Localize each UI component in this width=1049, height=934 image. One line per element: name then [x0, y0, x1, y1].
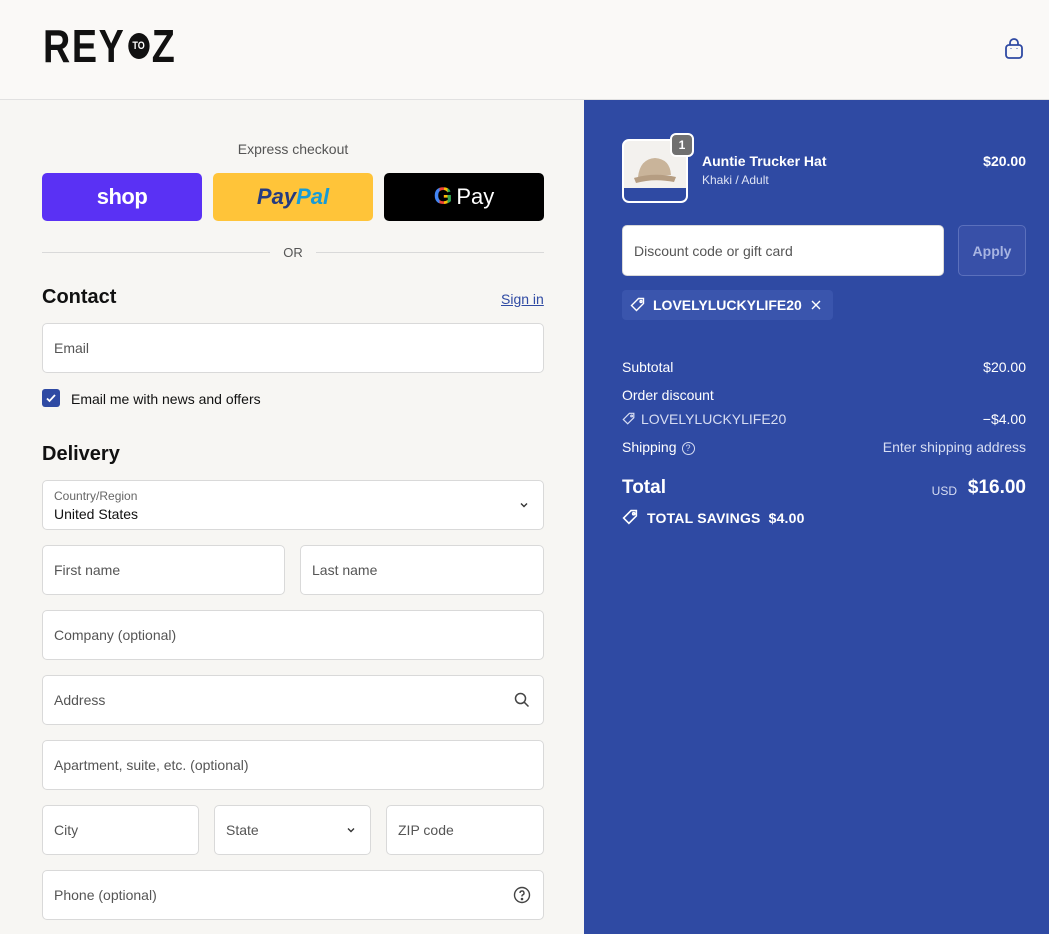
city-placeholder: City: [54, 822, 79, 838]
currency-code: USD: [931, 484, 957, 498]
help-icon[interactable]: ?: [681, 441, 695, 455]
tag-icon: [622, 412, 635, 425]
country-select[interactable]: Country/Region United States: [42, 480, 544, 530]
email-field[interactable]: Email: [42, 323, 544, 373]
google-g-icon: G: [433, 183, 453, 210]
last-name-field[interactable]: Last name: [300, 545, 544, 595]
product-price: $20.00: [983, 153, 1026, 169]
subtotal-value: $20.00: [983, 359, 1026, 375]
total-value: $16.00: [967, 477, 1026, 498]
store-logo[interactable]: REY TO Z: [43, 20, 177, 72]
chevron-down-icon: [347, 828, 355, 833]
total-label: Total: [622, 477, 666, 498]
quantity-badge: 1: [670, 133, 694, 157]
country-value: United States: [54, 506, 139, 522]
tag-icon: [622, 509, 638, 525]
product-variant: Khaki / Adult: [702, 173, 769, 187]
delivery-title: Delivery: [42, 443, 120, 465]
checkmark-icon: [46, 394, 56, 403]
phone-placeholder: Phone (optional): [54, 887, 157, 903]
logo-text-right: Z: [151, 20, 177, 72]
paypal-label-pal: Pal: [296, 184, 330, 209]
last-name-placeholder: Last name: [312, 562, 378, 578]
newsletter-label: Email me with news and offers: [71, 391, 261, 407]
discount-code-row: LOVELYLUCKYLIFE20 −$4.00: [622, 411, 1026, 429]
order-discount-label: Order discount: [622, 387, 714, 403]
remove-discount-icon[interactable]: [809, 298, 823, 312]
company-placeholder: Company (optional): [54, 627, 177, 643]
savings-value: $4.00: [768, 509, 805, 526]
address-placeholder: Address: [54, 692, 106, 708]
apply-discount-button[interactable]: Apply: [958, 225, 1026, 276]
or-divider-label: OR: [283, 245, 303, 260]
city-field[interactable]: City: [42, 805, 199, 855]
company-field[interactable]: Company (optional): [42, 610, 544, 660]
subtotal-row: Subtotal $20.00: [622, 359, 1026, 375]
paypal-label-pay: Pay: [256, 184, 297, 209]
google-pay-button[interactable]: G Pay: [384, 173, 544, 221]
logo-text-left: REY: [43, 20, 126, 72]
shipping-value: Enter shipping address: [882, 439, 1026, 455]
google-pay-label: Pay: [456, 184, 495, 209]
sign-in-link[interactable]: Sign in: [501, 291, 544, 307]
discount-code-input[interactable]: Discount code or gift card: [622, 225, 944, 276]
state-placeholder: State: [226, 822, 259, 838]
discount-value: −$4.00: [982, 411, 1026, 427]
subtotal-label: Subtotal: [622, 359, 674, 375]
tag-icon: [630, 297, 645, 312]
discount-code-label: LOVELYLUCKYLIFE20: [641, 411, 787, 427]
shipping-label: Shipping: [622, 439, 677, 455]
shopping-bag-icon[interactable]: [1002, 37, 1026, 61]
first-name-field[interactable]: First name: [42, 545, 285, 595]
express-checkout-title: Express checkout: [237, 141, 349, 157]
apartment-placeholder: Apartment, suite, etc. (optional): [54, 757, 249, 773]
zip-field[interactable]: ZIP code: [386, 805, 544, 855]
chevron-down-icon: [520, 503, 528, 508]
applied-code-text: LOVELYLUCKYLIFE20: [653, 297, 802, 313]
logo-circle: TO: [127, 33, 150, 59]
savings-label: TOTAL SAVINGS: [647, 509, 761, 526]
applied-discount-tag: LOVELYLUCKYLIFE20: [622, 290, 833, 320]
newsletter-checkbox[interactable]: [42, 389, 60, 407]
help-circle-icon[interactable]: [513, 886, 531, 904]
paypal-button[interactable]: Pay Pal: [213, 173, 373, 221]
search-icon[interactable]: [513, 691, 531, 709]
shop-pay-button[interactable]: shop: [42, 173, 202, 221]
header: REY TO Z: [0, 0, 1049, 100]
total-savings: TOTAL SAVINGS $4.00: [622, 509, 805, 526]
first-name-placeholder: First name: [54, 562, 121, 578]
order-summary-panel: 1 Auntie Trucker Hat Khaki / Adult $20.0…: [584, 100, 1049, 934]
state-select[interactable]: State: [214, 805, 371, 855]
address-field[interactable]: Address: [42, 675, 544, 725]
shipping-row: Shipping? Enter shipping address: [622, 439, 1026, 455]
divider-right: [316, 252, 544, 253]
shop-pay-label: shop: [96, 184, 148, 209]
order-discount-row: Order discount: [622, 387, 1026, 403]
divider-left: [42, 252, 270, 253]
email-placeholder: Email: [54, 340, 90, 356]
zip-placeholder: ZIP code: [398, 822, 454, 838]
phone-field[interactable]: Phone (optional): [42, 870, 544, 920]
country-label: Country/Region: [54, 489, 138, 503]
contact-title: Contact: [42, 286, 117, 308]
product-name: Auntie Trucker Hat: [702, 153, 827, 169]
apartment-field[interactable]: Apartment, suite, etc. (optional): [42, 740, 544, 790]
